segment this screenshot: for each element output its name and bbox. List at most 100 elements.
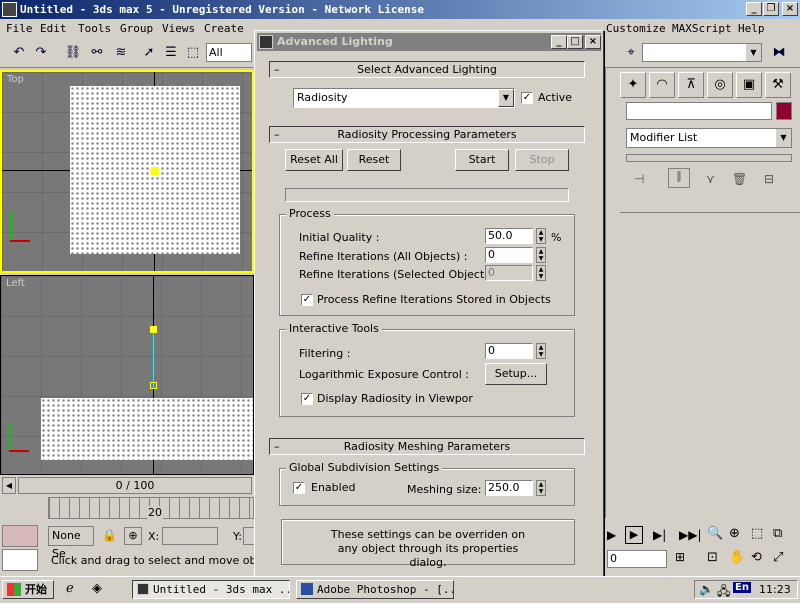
create-tab-icon[interactable]: ✦ (620, 72, 646, 98)
minimize-button[interactable]: _ (746, 2, 762, 16)
dialog-minimize-button[interactable]: _ (551, 35, 567, 49)
rollout-radiosity-processing[interactable]: – Radiosity Processing Parameters (269, 126, 585, 143)
menu-tools[interactable]: Tools (78, 19, 111, 38)
redo-icon[interactable]: ↷ (30, 42, 52, 64)
restore-button[interactable]: ❐ (763, 2, 779, 16)
menu-views[interactable]: Views (162, 19, 195, 38)
light-object-icon[interactable] (150, 326, 157, 333)
object-name-field[interactable] (626, 102, 772, 120)
current-frame-field[interactable]: 0 (607, 550, 667, 568)
light-object-icon[interactable] (151, 167, 159, 175)
show-end-result-icon[interactable]: ‖ (668, 168, 690, 188)
dialog-close-button[interactable]: × (585, 35, 601, 49)
refine-selected-field[interactable]: 0 (485, 265, 533, 281)
box-mesh[interactable] (41, 398, 253, 460)
zoom-all-icon[interactable]: ⊕ (729, 526, 740, 541)
menu-create[interactable]: Create (204, 19, 244, 38)
rollout-radiosity-meshing[interactable]: – Radiosity Meshing Parameters (269, 438, 585, 455)
hierarchy-tab-icon[interactable]: ⊼ (678, 72, 704, 98)
absolute-mode-icon[interactable]: ⊕ (124, 527, 142, 545)
viewport-label-top[interactable]: Top (7, 74, 24, 85)
viewport-top[interactable]: Top (0, 70, 254, 273)
play-icon[interactable]: ▶ (625, 526, 643, 544)
input-language-indicator[interactable]: En (733, 582, 751, 593)
menu-group[interactable]: Group (120, 19, 153, 38)
refine-selected-spinner[interactable]: ▲ ▼ (536, 265, 546, 281)
rectangular-selection-icon[interactable]: ⬚ (182, 42, 204, 64)
time-prev-icon[interactable]: ◀ (2, 477, 16, 494)
zoom-extents-all-icon[interactable]: ⧉ (773, 526, 782, 541)
refine-all-spinner[interactable]: ▲ ▼ (536, 247, 546, 263)
filtering-field[interactable]: 0 (485, 343, 533, 359)
dialog-maximize-button[interactable]: □ (567, 35, 583, 49)
menu-help[interactable]: Help (738, 19, 765, 38)
link-icon[interactable]: ⛓ (62, 42, 84, 64)
close-button[interactable]: × (782, 2, 798, 16)
chevron-down-icon[interactable]: ▼ (746, 44, 761, 61)
window-title-bar[interactable]: Untitled - 3ds max 5 - Unregistered Vers… (0, 0, 800, 19)
start-button[interactable]: Start (455, 149, 509, 171)
unlink-icon[interactable]: ⚯ (86, 42, 108, 64)
bind-space-warp-icon[interactable]: ≋ (110, 42, 132, 64)
time-slider[interactable]: 0 / 100 (18, 477, 252, 494)
maximize-viewport-icon[interactable]: ⤢ (773, 550, 783, 565)
ie-quicklaunch-icon[interactable]: ℯ (66, 581, 74, 596)
initial-quality-spinner[interactable]: ▲ ▼ (536, 228, 546, 244)
track-bar[interactable]: 20 (48, 497, 254, 519)
utilities-tab-icon[interactable]: ⚒ (765, 72, 791, 98)
select-by-name-icon[interactable]: ☰ (160, 42, 182, 64)
refine-all-field[interactable]: 0 (485, 247, 533, 263)
next-frame-icon[interactable]: ▶| (653, 528, 666, 542)
lighting-plugin-dropdown[interactable]: Radiosity ▼ (293, 88, 515, 108)
display-radiosity-checkbox[interactable]: ✓ (301, 393, 313, 405)
reset-button[interactable]: Reset (347, 149, 401, 171)
zoom-extents-icon[interactable]: ⬚ (751, 526, 763, 541)
task-photoshop[interactable]: Adobe Photoshop - [... (296, 580, 454, 599)
lock-selection-icon[interactable]: 🔒 (102, 528, 117, 544)
modifier-stack[interactable] (626, 154, 792, 162)
named-selection-set-dropdown[interactable]: ▼ (642, 43, 762, 62)
light-target-icon[interactable] (150, 382, 157, 389)
viewport-left[interactable]: Left (0, 275, 254, 475)
modify-tab-icon[interactable]: ◠ (649, 72, 675, 98)
active-checkbox[interactable]: ✓ (521, 92, 533, 104)
stop-button[interactable]: Stop (515, 149, 569, 171)
region-zoom-icon[interactable]: ⊡ (707, 550, 718, 565)
setup-button[interactable]: Setup... (485, 363, 547, 385)
object-color-swatch[interactable] (776, 102, 792, 120)
filtering-spinner[interactable]: ▲ ▼ (536, 343, 546, 359)
rollout-select-advanced-lighting[interactable]: – Select Advanced Lighting (269, 61, 585, 78)
maxscript-listener-mini[interactable] (2, 525, 38, 547)
menu-maxscript[interactable]: MAXScript (672, 19, 732, 38)
goto-end-icon[interactable]: ▶▶| (679, 528, 702, 542)
zoom-icon[interactable]: 🔍 (707, 526, 723, 541)
menu-customize[interactable]: Customize (606, 19, 666, 38)
modifier-list-dropdown[interactable]: Modifier List ▼ (626, 128, 792, 148)
motion-tab-icon[interactable]: ◎ (707, 72, 733, 98)
enabled-checkbox[interactable]: ✓ (293, 482, 305, 494)
reset-all-button[interactable]: Reset All (285, 149, 343, 171)
initial-quality-field[interactable]: 50.0 (485, 228, 533, 244)
x-coordinate-field[interactable] (162, 527, 218, 545)
process-refine-checkbox[interactable]: ✓ (301, 294, 313, 306)
meshing-size-spinner[interactable]: ▲ ▼ (536, 480, 546, 496)
pin-stack-icon[interactable]: ⊣ (634, 172, 644, 186)
arc-rotate-icon[interactable]: ⟲ (751, 550, 762, 565)
make-unique-icon[interactable]: ⋎ (706, 172, 715, 186)
viewport-label-left[interactable]: Left (6, 278, 25, 289)
menu-edit[interactable]: Edit (40, 19, 67, 38)
selection-filter-dropdown[interactable]: All (206, 43, 252, 62)
mirror-icon[interactable]: ⧓ (768, 42, 790, 64)
display-tab-icon[interactable]: ▣ (736, 72, 762, 98)
task-3dsmax[interactable]: Untitled - 3ds max ... (132, 580, 290, 599)
remove-modifier-icon[interactable]: 🗑 (732, 172, 747, 186)
volume-icon[interactable]: 🔈 (699, 582, 714, 596)
select-object-icon[interactable]: ➚ (138, 42, 160, 64)
quicklaunch-icon[interactable]: ◈ (92, 581, 102, 596)
meshing-size-field[interactable]: 250.0 (485, 480, 533, 496)
configure-modifier-sets-icon[interactable]: ⊟ (764, 172, 774, 186)
maxscript-input-mini[interactable] (2, 549, 38, 571)
pan-icon[interactable]: ✋ (729, 550, 745, 565)
app-icon[interactable] (2, 2, 17, 17)
goto-start-icon[interactable]: ▶ (607, 528, 616, 542)
